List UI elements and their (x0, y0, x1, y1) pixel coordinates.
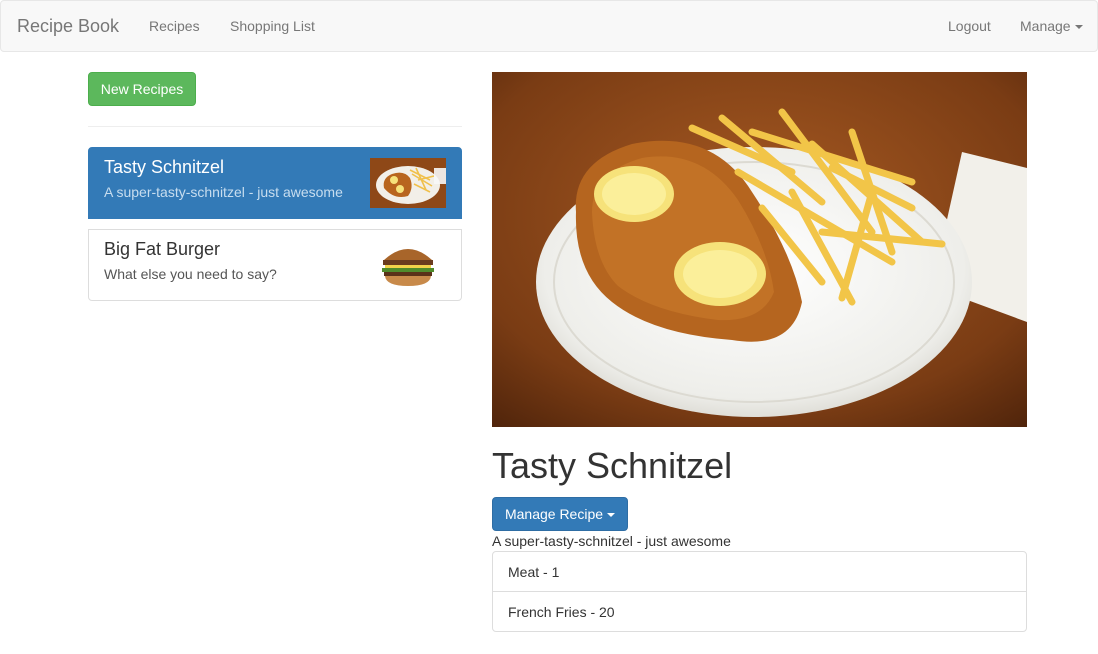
manage-dropdown-label: Manage (1020, 18, 1071, 34)
manage-recipe-button[interactable]: Manage Recipe (492, 497, 628, 531)
schnitzel-photo (492, 72, 1027, 427)
manage-recipe-label: Manage Recipe (504, 506, 604, 522)
ingredient-item[interactable]: Meat - 1 (492, 551, 1027, 592)
ingredient-list: Meat - 1 French Fries - 20 (492, 551, 1027, 632)
brand-link[interactable]: Recipe Book (17, 1, 119, 51)
recipe-item-description: What else you need to say? (104, 266, 277, 282)
nav-link-recipes[interactable]: Recipes (149, 1, 200, 51)
recipe-list-item[interactable]: Tasty Schnitzel A super-tasty-schnitzel … (88, 147, 462, 219)
caret-down-icon (1074, 25, 1083, 30)
recipe-item-description: A super-tasty-schnitzel - just awesome (104, 184, 343, 200)
caret-down-icon (607, 513, 616, 518)
recipe-detail-title: Tasty Schnitzel (492, 445, 733, 486)
manage-dropdown[interactable]: Manage (1020, 1, 1083, 51)
recipe-list-item[interactable]: Big Fat Burger What else you need to say… (88, 229, 462, 301)
schnitzel-thumbnail (370, 158, 446, 208)
recipe-item-title: Big Fat Burger (104, 239, 221, 259)
divider (88, 126, 462, 127)
ingredient-item[interactable]: French Fries - 20 (492, 591, 1027, 632)
recipe-item-title: Tasty Schnitzel (104, 157, 225, 177)
burger-thumbnail (370, 240, 446, 290)
nav-link-shopping-list[interactable]: Shopping List (230, 1, 315, 51)
nav-link-logout[interactable]: Logout (948, 1, 991, 51)
new-recipe-button[interactable]: New Recipes (88, 72, 196, 106)
navbar: Recipe Book Recipes Shopping List Logout… (0, 0, 1098, 52)
recipe-detail-description: A super-tasty-schnitzel - just awesome (492, 533, 731, 549)
